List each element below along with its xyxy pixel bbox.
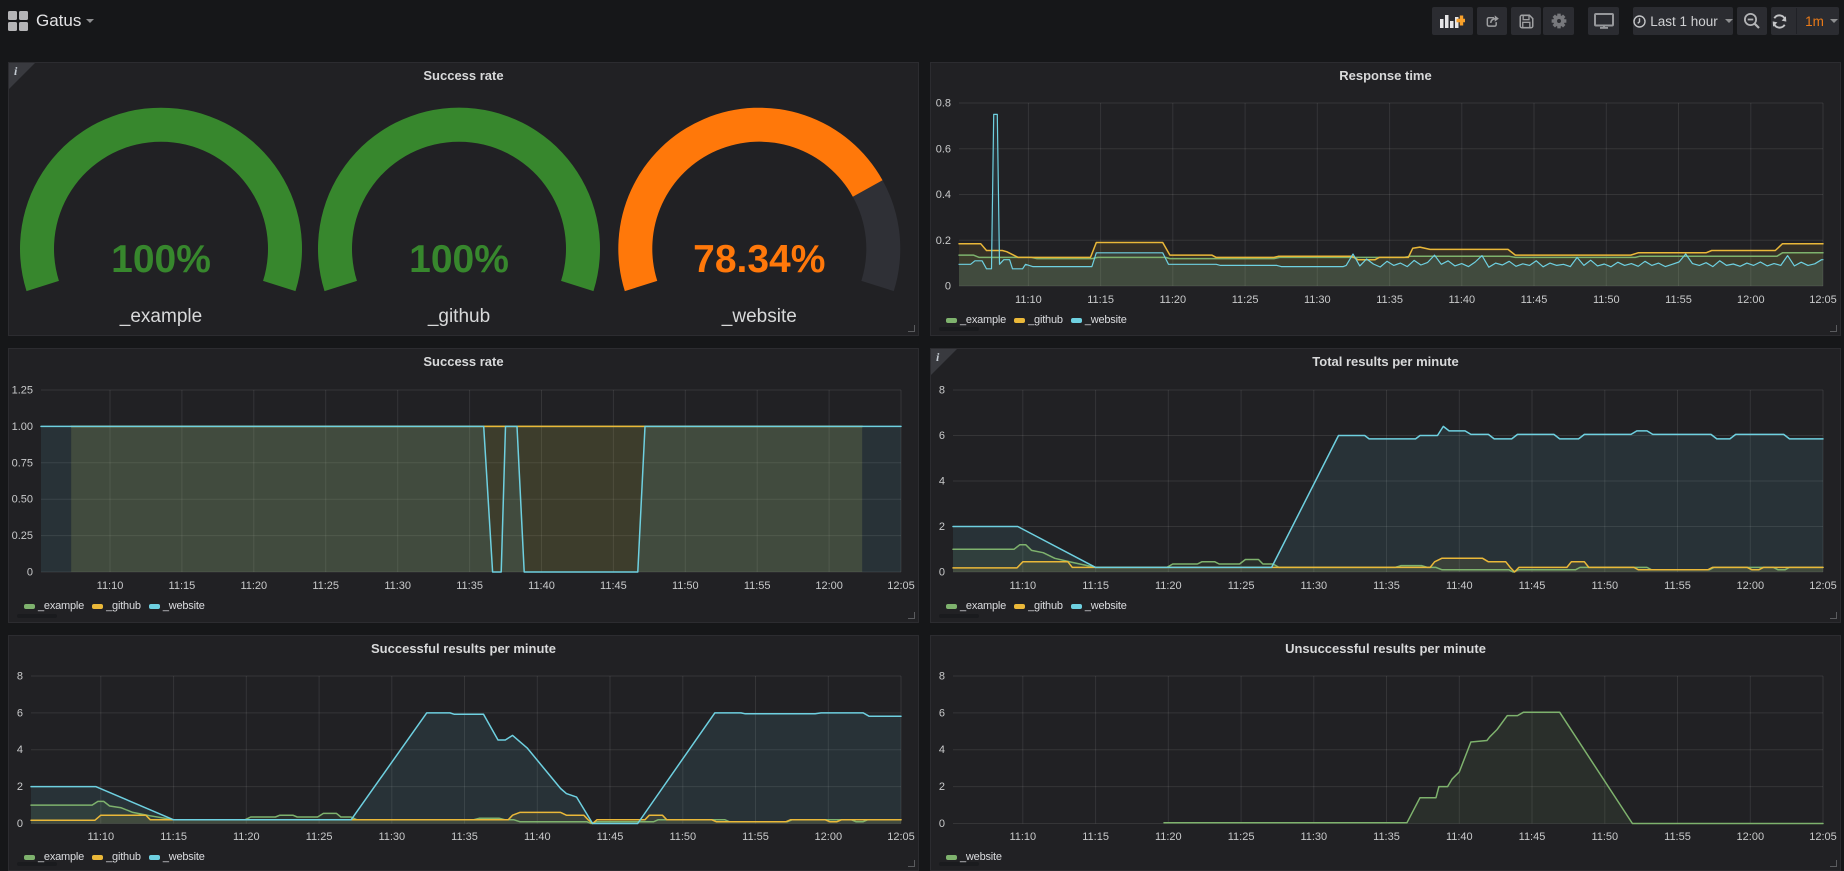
svg-text:6: 6 xyxy=(939,430,945,442)
svg-text:12:00: 12:00 xyxy=(1737,580,1765,592)
svg-text:12:05: 12:05 xyxy=(1809,580,1837,592)
svg-text:_example: _example xyxy=(119,306,202,327)
svg-text:_github: _github xyxy=(427,306,490,327)
svg-text:0.25: 0.25 xyxy=(12,530,33,542)
svg-text:11:50: 11:50 xyxy=(1591,831,1618,843)
svg-text:12:00: 12:00 xyxy=(815,831,843,843)
svg-text:2: 2 xyxy=(939,521,945,533)
svg-text:11:45: 11:45 xyxy=(1521,294,1548,306)
svg-text:11:40: 11:40 xyxy=(1446,580,1473,592)
svg-text:11:35: 11:35 xyxy=(1376,294,1403,306)
svg-text:11:35: 11:35 xyxy=(1373,580,1400,592)
svg-text:11:15: 11:15 xyxy=(1087,294,1114,306)
svg-text:0.6: 0.6 xyxy=(936,143,951,155)
svg-text:0: 0 xyxy=(939,818,945,830)
svg-text:11:45: 11:45 xyxy=(600,580,627,592)
svg-text:11:50: 11:50 xyxy=(669,831,696,843)
svg-text:11:40: 11:40 xyxy=(1448,294,1475,306)
svg-text:11:15: 11:15 xyxy=(1082,831,1109,843)
svg-text:11:10: 11:10 xyxy=(87,831,114,843)
svg-text:12:05: 12:05 xyxy=(1809,294,1837,306)
svg-text:6: 6 xyxy=(17,707,23,719)
svg-text:11:30: 11:30 xyxy=(1304,294,1331,306)
svg-text:11:30: 11:30 xyxy=(1300,580,1327,592)
svg-text:4: 4 xyxy=(939,476,945,488)
svg-text:11:55: 11:55 xyxy=(1664,831,1691,843)
svg-text:11:55: 11:55 xyxy=(1665,294,1692,306)
svg-text:11:55: 11:55 xyxy=(744,580,771,592)
svg-text:11:35: 11:35 xyxy=(1373,831,1400,843)
svg-text:0: 0 xyxy=(945,281,951,293)
svg-text:1.25: 1.25 xyxy=(12,385,33,397)
svg-text:1.00: 1.00 xyxy=(12,421,33,433)
svg-text:11:20: 11:20 xyxy=(1155,580,1182,592)
svg-text:11:10: 11:10 xyxy=(1009,831,1036,843)
svg-text:11:40: 11:40 xyxy=(1446,831,1473,843)
svg-text:11:35: 11:35 xyxy=(451,831,478,843)
svg-text:11:50: 11:50 xyxy=(1591,580,1618,592)
svg-text:100%: 100% xyxy=(409,238,509,281)
svg-text:11:45: 11:45 xyxy=(597,831,624,843)
svg-text:11:35: 11:35 xyxy=(456,580,483,592)
svg-text:11:55: 11:55 xyxy=(742,831,769,843)
svg-text:2: 2 xyxy=(17,781,23,793)
svg-text:11:25: 11:25 xyxy=(312,580,339,592)
svg-text:0: 0 xyxy=(17,818,23,830)
svg-text:12:00: 12:00 xyxy=(815,580,843,592)
svg-text:78.34%: 78.34% xyxy=(693,238,825,281)
svg-text:2: 2 xyxy=(939,781,945,793)
svg-text:11:55: 11:55 xyxy=(1664,580,1691,592)
svg-text:11:25: 11:25 xyxy=(306,831,333,843)
svg-text:11:25: 11:25 xyxy=(1232,294,1259,306)
svg-text:11:30: 11:30 xyxy=(1300,831,1327,843)
svg-text:4: 4 xyxy=(939,744,945,756)
svg-text:12:05: 12:05 xyxy=(1809,831,1837,843)
svg-text:11:40: 11:40 xyxy=(528,580,555,592)
svg-text:12:05: 12:05 xyxy=(887,580,915,592)
svg-text:0.50: 0.50 xyxy=(12,494,33,506)
svg-text:12:00: 12:00 xyxy=(1737,294,1765,306)
svg-text:11:25: 11:25 xyxy=(1228,580,1255,592)
svg-text:6: 6 xyxy=(939,707,945,719)
svg-text:11:45: 11:45 xyxy=(1519,580,1546,592)
svg-text:0.2: 0.2 xyxy=(936,235,951,247)
svg-text:11:50: 11:50 xyxy=(1593,294,1620,306)
svg-text:8: 8 xyxy=(939,671,945,683)
svg-text:0.75: 0.75 xyxy=(12,457,33,469)
svg-text:12:00: 12:00 xyxy=(1737,831,1765,843)
svg-text:0: 0 xyxy=(27,567,33,579)
svg-text:4: 4 xyxy=(17,744,23,756)
svg-text:11:50: 11:50 xyxy=(672,580,699,592)
svg-text:11:25: 11:25 xyxy=(1228,831,1255,843)
svg-text:11:30: 11:30 xyxy=(384,580,411,592)
svg-text:11:45: 11:45 xyxy=(1519,831,1546,843)
svg-text:11:20: 11:20 xyxy=(1155,831,1182,843)
svg-text:8: 8 xyxy=(939,385,945,397)
svg-text:11:15: 11:15 xyxy=(1082,580,1109,592)
svg-text:11:10: 11:10 xyxy=(97,580,124,592)
svg-text:11:20: 11:20 xyxy=(1159,294,1186,306)
svg-text:11:10: 11:10 xyxy=(1009,580,1036,592)
svg-text:11:40: 11:40 xyxy=(524,831,551,843)
svg-text:11:20: 11:20 xyxy=(240,580,267,592)
svg-text:12:05: 12:05 xyxy=(887,831,915,843)
svg-text:0.8: 0.8 xyxy=(936,98,951,110)
svg-text:100%: 100% xyxy=(111,238,211,281)
svg-text:_website: _website xyxy=(721,306,797,327)
svg-text:11:10: 11:10 xyxy=(1015,294,1042,306)
svg-text:0.4: 0.4 xyxy=(936,189,951,201)
svg-text:11:15: 11:15 xyxy=(160,831,187,843)
svg-text:11:15: 11:15 xyxy=(169,580,196,592)
svg-text:0: 0 xyxy=(939,567,945,579)
svg-text:11:30: 11:30 xyxy=(378,831,405,843)
svg-text:11:20: 11:20 xyxy=(233,831,260,843)
svg-text:8: 8 xyxy=(17,671,23,683)
